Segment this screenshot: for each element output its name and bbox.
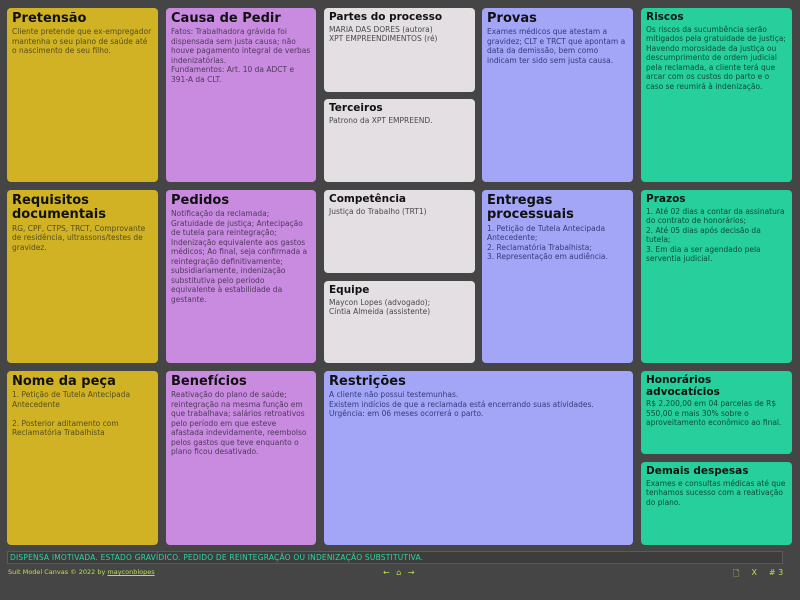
card-text: 1. Até 02 dias a contar da assinatura do… xyxy=(646,206,785,264)
card-text: Maycon Lopes (advogado); Cíntia Almeida … xyxy=(329,297,431,317)
card-causa-de-pedir[interactable]: Causa de Pedir Fatos: Trabalhadora grávi… xyxy=(166,8,316,182)
card-equipe[interactable]: Equipe Maycon Lopes (advogado); Cíntia A… xyxy=(324,281,475,363)
card-text: Os riscos da sucumbência serão mitigados… xyxy=(646,24,786,91)
card-honorarios[interactable]: Honorários advocatícios R$ 2.200,00 em 0… xyxy=(641,371,792,454)
card-text: 1. Petição de Tutela Antecipada Antecede… xyxy=(487,223,608,262)
grid-button[interactable]: # 3 xyxy=(769,568,783,582)
card-title: Entregas processuais xyxy=(487,193,574,223)
new-document-icon[interactable]: 🗋 xyxy=(733,568,739,582)
card-title: Honorários advocatícios xyxy=(646,374,720,398)
card-title: Pedidos xyxy=(171,193,230,208)
card-title: Prazos xyxy=(646,193,686,205)
card-text: Justiça do Trabalho (TRT1) xyxy=(329,206,427,216)
card-title: Causa de Pedir xyxy=(171,11,281,26)
card-text: Patrono da XPT EMPREEND. xyxy=(329,115,433,125)
card-pretensao[interactable]: Pretensão Cliente pretende que ex-empreg… xyxy=(7,8,158,182)
card-requisitos[interactable]: Requisitos documentais RG, CPF, CTPS, TR… xyxy=(7,190,158,363)
card-text: Notificação da reclamada; Gratuidade de … xyxy=(171,209,308,304)
credit-line: Suit Model Canvas © 2022 by mayconblopes xyxy=(8,568,155,576)
card-title: Benefícios xyxy=(171,374,247,389)
card-text: 1. Petição de Tutela Antecipada Antecede… xyxy=(12,390,131,438)
card-riscos[interactable]: Riscos Os riscos da sucumbência serão mi… xyxy=(641,8,792,182)
card-entregas-processuais[interactable]: Entregas processuais 1. Petição de Tutel… xyxy=(482,190,633,363)
card-text: Exames e consultas médicas até que tenha… xyxy=(646,478,786,507)
card-demais-despesas[interactable]: Demais despesas Exames e consultas médic… xyxy=(641,462,792,545)
toolbar: 🗋 X # 3 xyxy=(733,568,783,582)
card-title: Restrições xyxy=(329,374,406,389)
page-navigation[interactable]: ← ⌂ → xyxy=(383,568,417,577)
card-title: Equipe xyxy=(329,284,370,296)
card-title: Provas xyxy=(487,11,537,26)
card-text: Cliente pretende que ex-empregador mante… xyxy=(12,27,152,56)
card-title: Competência xyxy=(329,193,407,205)
card-title: Nome da peça xyxy=(12,374,116,389)
card-text: Exames médicos que atestam a gravidez; C… xyxy=(487,27,626,65)
clear-button[interactable]: X xyxy=(751,568,756,582)
card-prazos[interactable]: Prazos 1. Até 02 dias a contar da assina… xyxy=(641,190,792,363)
card-terceiros[interactable]: Terceiros Patrono da XPT EMPREEND. xyxy=(324,99,475,182)
card-competencia[interactable]: Competência Justiça do Trabalho (TRT1) xyxy=(324,190,475,273)
card-text: R$ 2.200,00 em 04 parcelas de R$ 550,00 … xyxy=(646,399,782,428)
card-text: Reativação do plano de saúde; reintegraç… xyxy=(171,390,307,457)
card-text: A cliente não possui testemunhas. Existe… xyxy=(329,390,594,419)
card-title: Requisitos documentais xyxy=(12,193,106,223)
author-link[interactable]: mayconblopes xyxy=(107,568,154,576)
card-provas[interactable]: Provas Exames médicos que atestam a grav… xyxy=(482,8,633,182)
card-title: Terceiros xyxy=(329,102,383,114)
card-title: Pretensão xyxy=(12,11,87,26)
card-partes-do-processo[interactable]: Partes do processo MARIA DAS DORES (auto… xyxy=(324,8,475,92)
case-summary-field[interactable]: DISPENSA IMOTIVADA. ESTADO GRAVÍDICO. PE… xyxy=(7,551,783,564)
card-text: MARIA DAS DORES (autora) XPT EMPREENDIME… xyxy=(329,24,438,44)
card-text: RG, CPF, CTPS, TRCT, Comprovante de resi… xyxy=(12,223,146,252)
card-restricoes[interactable]: Restrições A cliente não possui testemun… xyxy=(324,371,633,545)
card-beneficios[interactable]: Benefícios Reativação do plano de saúde;… xyxy=(166,371,316,545)
card-nome-peca[interactable]: Nome da peça 1. Petição de Tutela Anteci… xyxy=(7,371,158,545)
card-title: Demais despesas xyxy=(646,465,749,477)
card-text: Fatos: Trabalhadora grávida foi dispensa… xyxy=(171,27,311,84)
card-title: Riscos xyxy=(646,11,684,23)
card-title: Partes do processo xyxy=(329,11,443,23)
credit-prefix: Suit Model Canvas © 2022 by xyxy=(8,568,108,576)
card-pedidos[interactable]: Pedidos Notificação da reclamada; Gratui… xyxy=(166,190,316,363)
